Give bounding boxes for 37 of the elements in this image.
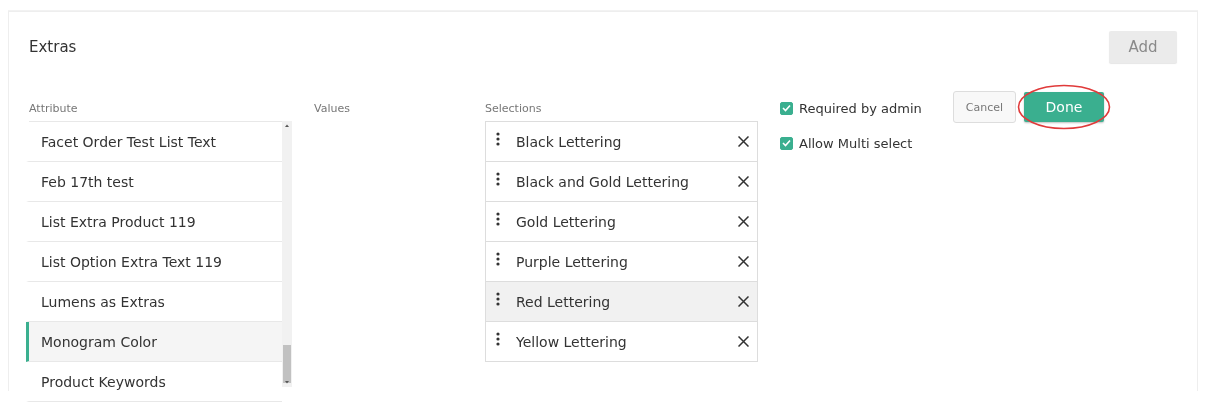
attribute-item[interactable]: Product Keywords [26, 362, 282, 402]
column-heading: Values [314, 102, 351, 117]
close-icon [738, 296, 749, 307]
section-title: Extras [29, 38, 77, 56]
selection-label: Gold Lettering [516, 213, 617, 230]
drag-handle-icon [496, 252, 500, 266]
column-heading: Attribute [29, 102, 79, 117]
remove-button[interactable] [736, 294, 751, 309]
close-icon [738, 176, 749, 187]
checkbox-label: Allow Multi select [799, 135, 913, 151]
close-icon [738, 216, 749, 227]
cancel-button[interactable]: Cancel [953, 91, 1016, 123]
selection-label: Yellow Lettering [516, 333, 628, 350]
drag-handle-icon [496, 292, 500, 306]
column-heading: Selections [485, 102, 543, 117]
close-icon [738, 136, 749, 147]
drag-handle-icon [496, 172, 500, 186]
remove-button[interactable] [736, 334, 751, 349]
drag-handle-icon [496, 212, 500, 226]
selection-label: Purple Lettering [516, 253, 629, 270]
check-icon [782, 104, 791, 112]
checkbox[interactable] [780, 136, 793, 150]
checkbox-label: Required by admin [799, 100, 922, 116]
close-icon [738, 336, 749, 347]
remove-button[interactable] [736, 214, 751, 229]
attribute-item[interactable]: Monogram Color [26, 322, 282, 362]
remove-button[interactable] [736, 174, 751, 189]
check-icon [782, 139, 791, 147]
remove-button[interactable] [736, 134, 751, 149]
selection-label: Black and Gold Lettering [516, 173, 690, 190]
drag-handle-icon [496, 332, 500, 346]
checkbox[interactable] [780, 101, 793, 115]
remove-button[interactable] [736, 254, 751, 269]
close-icon [738, 256, 749, 267]
selection-label: Red Lettering [516, 293, 612, 310]
selection-label: Black Lettering [516, 133, 623, 150]
drag-handle-icon [496, 132, 500, 146]
